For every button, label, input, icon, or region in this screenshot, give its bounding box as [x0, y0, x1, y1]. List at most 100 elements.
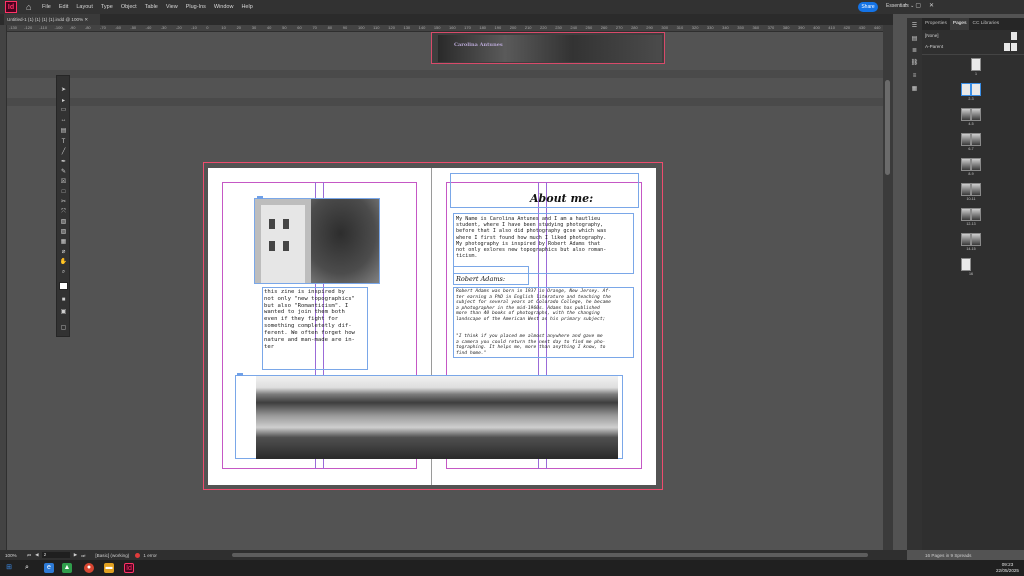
fill-stroke-swatch-icon[interactable]	[59, 282, 68, 290]
pages-icon[interactable]: ▤	[910, 36, 919, 43]
page-thumbnail[interactable]	[961, 133, 971, 146]
menu-help[interactable]: Help	[241, 4, 252, 10]
page-thumbnail[interactable]	[961, 258, 971, 271]
gradient-feather-tool-icon[interactable]: ▨	[59, 228, 68, 236]
chrome-icon[interactable]: ●	[84, 563, 94, 573]
menu-layout[interactable]: Layout	[76, 4, 93, 10]
windows-start-icon[interactable]: ⊞	[4, 563, 14, 573]
about-text-frame[interactable]: My Name is Carolina Antunes and I am a h…	[453, 213, 634, 274]
normal-mode-icon[interactable]: ▣	[59, 308, 68, 316]
last-page-icon[interactable]: ⏭	[81, 553, 85, 558]
menu-object[interactable]: Object	[121, 4, 137, 10]
type-tool-icon[interactable]: T	[59, 138, 68, 146]
page-thumbnail[interactable]	[971, 183, 981, 196]
menu-table[interactable]: Table	[145, 4, 158, 10]
page-thumbnail[interactable]	[971, 133, 981, 146]
page-thumbnail[interactable]	[971, 58, 981, 71]
direct-selection-tool-icon[interactable]: ▸	[59, 97, 68, 105]
zoom-field[interactable]: 100%	[5, 553, 23, 558]
tab-cclibraries[interactable]: CC Libraries	[969, 18, 1002, 30]
horizontal-scrollbar[interactable]	[232, 553, 868, 557]
pasteboard[interactable]: Carolina Antunes this zine is inspired b…	[7, 32, 883, 550]
previous-page-icon[interactable]: ◀	[35, 552, 39, 558]
maximize-icon[interactable]: ▢	[915, 2, 921, 9]
line-tool-icon[interactable]: ╱	[59, 148, 68, 156]
gradient-tool-icon[interactable]: ▧	[59, 218, 68, 226]
page-thumbnail[interactable]	[961, 83, 971, 96]
page-thumbnail[interactable]	[971, 108, 981, 121]
file-explorer-icon[interactable]: ▬	[104, 563, 114, 573]
page-thumbnail[interactable]	[971, 83, 981, 96]
rectangle-frame-tool-icon[interactable]: ☒	[59, 178, 68, 186]
page-thumbnail[interactable]	[971, 233, 981, 246]
about-text[interactable]: My Name is Carolina Antunes and I am a h…	[456, 216, 606, 259]
home-icon[interactable]: ⌂	[26, 2, 36, 12]
intro-text[interactable]: this zine is inspired by not only "new t…	[264, 289, 355, 350]
page-thumbnail[interactable]	[961, 183, 971, 196]
page-number-field[interactable]: 2	[41, 552, 70, 558]
document-tab[interactable]: Untitled-1 (1) (1) (1) (1).indd @ 100% ✕	[4, 14, 100, 25]
free-transform-tool-icon[interactable]: ⤧	[59, 208, 68, 216]
page-thumbnail[interactable]	[971, 208, 981, 221]
scissors-tool-icon[interactable]: ✂	[59, 198, 68, 206]
search-icon[interactable]: ⌕	[22, 563, 32, 573]
eyedropper-tool-icon[interactable]: ⌀	[59, 248, 68, 256]
menu-window[interactable]: Window	[214, 4, 234, 10]
preflight-profile[interactable]: [Basic] (working)	[95, 553, 131, 558]
master-a-row[interactable]: A-Parent	[922, 42, 1024, 52]
system-clock[interactable]: 09:23 22/05/2025	[996, 562, 1019, 574]
store-icon[interactable]: ▲	[62, 563, 72, 573]
minimize-icon[interactable]: –	[904, 2, 907, 9]
menu-edit[interactable]: Edit	[59, 4, 68, 10]
intro-text-frame[interactable]: this zine is inspired by not only "new t…	[262, 287, 368, 370]
page-thumbnail[interactable]	[971, 158, 981, 171]
menu-view[interactable]: View	[166, 4, 178, 10]
horizontal-ruler[interactable]: -130 -120 -110 -100 -90 -80 -70 -60 -50 -40 -30 -20…	[7, 25, 893, 32]
layers-icon[interactable]: ≣	[910, 48, 919, 55]
vertical-scrollbar[interactable]	[883, 25, 893, 550]
previous-spread[interactable]: Carolina Antunes	[431, 32, 665, 64]
heading-frame[interactable]: About me:	[450, 173, 639, 208]
swatches-icon[interactable]: ▦	[910, 86, 919, 93]
note-tool-icon[interactable]: ▦	[59, 238, 68, 246]
menu-type[interactable]: Type	[101, 4, 113, 10]
page-thumbnail[interactable]	[961, 208, 971, 221]
links-icon[interactable]: ⛓	[910, 60, 919, 67]
first-page-icon[interactable]: ⏮	[27, 553, 31, 558]
bio-text[interactable]: Robert Adams was born in 1937 in Orange,…	[456, 289, 611, 323]
next-page-icon[interactable]: ▶	[74, 552, 78, 558]
screen-mode-icon[interactable]: ▢	[59, 324, 68, 332]
close-icon[interactable]: ✕	[929, 2, 934, 9]
frame-anchor[interactable]	[237, 373, 243, 376]
edge-icon[interactable]: e	[44, 563, 54, 573]
house-photo[interactable]	[254, 198, 380, 284]
page-thumbnail[interactable]	[961, 158, 971, 171]
stroke-icon[interactable]: ≡	[910, 73, 919, 80]
master-none-row[interactable]: [None]	[922, 31, 1024, 41]
pencil-tool-icon[interactable]: ✎	[59, 168, 68, 176]
error-count[interactable]: 1 error	[143, 553, 157, 558]
selection-tool-icon[interactable]: ➤	[59, 86, 68, 94]
beach-photo[interactable]	[256, 376, 618, 459]
content-collector-icon[interactable]: ▤	[59, 127, 68, 135]
menu-plugins[interactable]: Plug-Ins	[186, 4, 206, 10]
zoom-tool-icon[interactable]: ⌕	[59, 268, 68, 276]
rectangle-tool-icon[interactable]: □	[59, 188, 68, 196]
page-thumbnail[interactable]	[961, 108, 971, 121]
page-thumbnail[interactable]	[961, 233, 971, 246]
tab-pages[interactable]: Pages	[949, 18, 970, 30]
frame-anchor[interactable]	[257, 196, 263, 199]
share-button[interactable]: Share	[858, 2, 878, 12]
apply-color-icon[interactable]: ■	[59, 296, 68, 304]
vertical-scroll-thumb[interactable]	[885, 80, 890, 175]
pen-tool-icon[interactable]: ✒	[59, 158, 68, 166]
indesign-taskbar-icon[interactable]: Id	[124, 563, 134, 573]
gap-tool-icon[interactable]: ↔	[59, 116, 68, 124]
page-tool-icon[interactable]: ▭	[59, 106, 68, 114]
quote-text[interactable]: "I think if you placed me almost anywher…	[456, 334, 605, 356]
menu-file[interactable]: File	[42, 4, 51, 10]
subheading-frame[interactable]: Robert Adams:	[453, 266, 529, 285]
hand-tool-icon[interactable]: ✋	[59, 258, 68, 266]
bio-text-frame[interactable]: Robert Adams was born in 1937 in Orange,…	[453, 287, 634, 358]
properties-icon[interactable]: ☰	[910, 23, 919, 30]
